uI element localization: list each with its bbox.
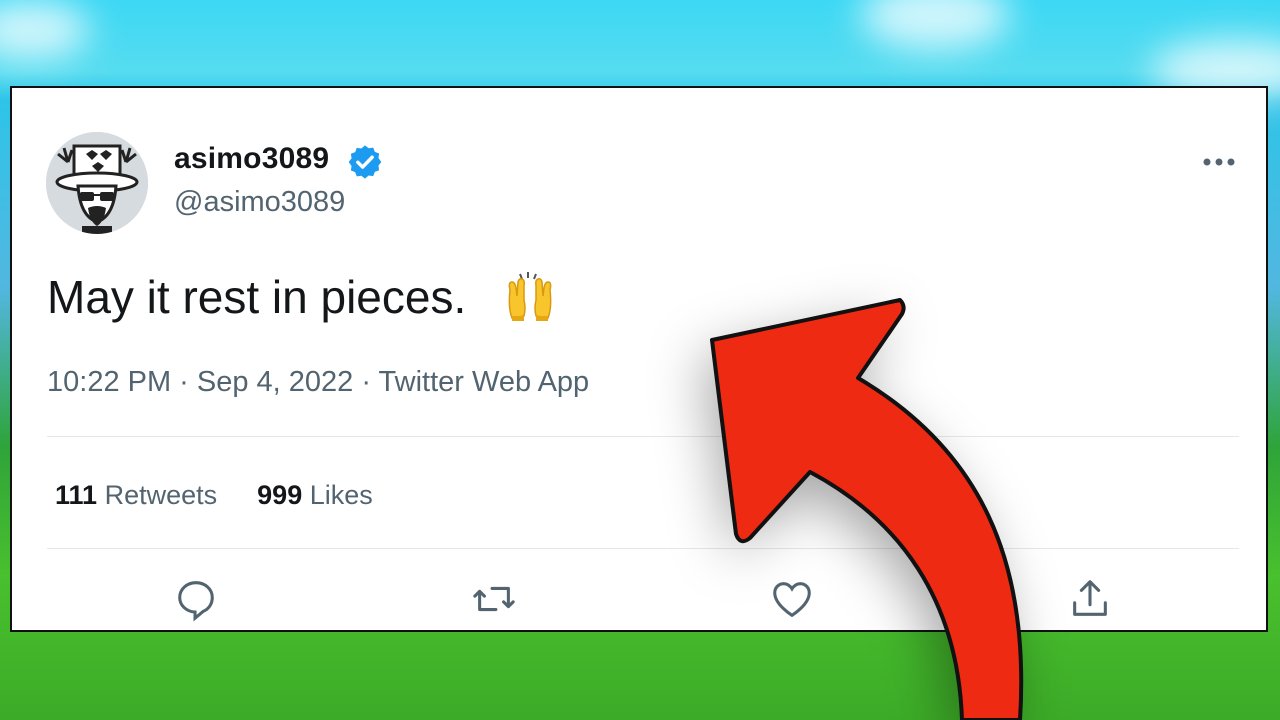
likes-label: Likes — [309, 480, 373, 510]
divider — [47, 548, 1239, 549]
retweets-count: 111 — [55, 480, 98, 510]
more-options-icon[interactable] — [1202, 154, 1236, 166]
share-icon[interactable] — [1067, 576, 1113, 622]
raising-hands-emoji-icon — [504, 272, 556, 322]
engagement-stats: 111 Retweets 999 Likes — [55, 480, 373, 511]
retweets-label: Retweets — [104, 480, 218, 510]
heart-icon[interactable] — [769, 576, 815, 622]
cloud — [0, 0, 90, 60]
likes-stat[interactable]: 999 Likes — [257, 480, 373, 511]
tweet-card: asimo3089 @asimo3089 May it rest in piec… — [10, 86, 1268, 632]
retweet-icon[interactable] — [471, 576, 517, 622]
avatar[interactable] — [46, 132, 148, 234]
avatar-illustration — [46, 132, 148, 234]
user-handle[interactable]: @asimo3089 — [174, 186, 345, 219]
tweet-text: May it rest in pieces. — [47, 271, 467, 323]
tweet-metadata[interactable]: 10:22 PM · Sep 4, 2022 · Twitter Web App — [47, 366, 589, 399]
verified-badge-icon — [346, 143, 384, 181]
reply-icon[interactable] — [173, 576, 219, 622]
display-name[interactable]: asimo3089 — [174, 142, 329, 176]
retweets-stat[interactable]: 111 Retweets — [55, 480, 217, 511]
divider — [47, 436, 1239, 437]
cloud — [860, 0, 1010, 50]
likes-count: 999 — [257, 480, 303, 510]
